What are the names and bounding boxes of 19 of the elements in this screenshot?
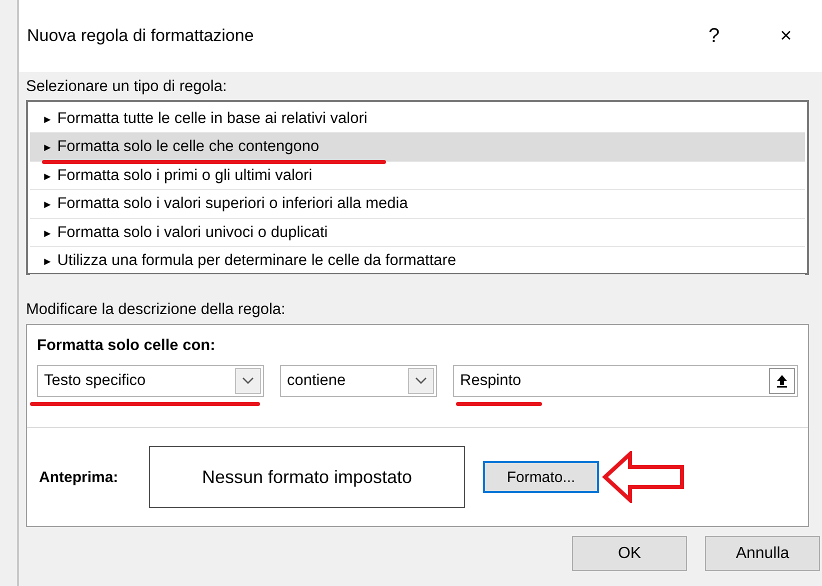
condition-heading: Formatta solo celle con: (37, 337, 216, 355)
window-title: Nuova regola di formattazione (27, 26, 254, 46)
section-label: Selezionare un tipo di regola: (26, 78, 228, 96)
rule-type-item[interactable]: ► Formatta solo le celle che contengono (30, 133, 805, 162)
rule-type-item[interactable]: ► Formatta solo i primi o gli ultimi valori (30, 162, 805, 190)
help-button[interactable]: ? (678, 16, 750, 56)
close-button[interactable]: × (750, 16, 822, 56)
chevron-down-icon (235, 368, 261, 394)
operator-dropdown[interactable]: contiene (280, 365, 437, 397)
dialog-button[interactable]: Annulla (705, 536, 820, 571)
dialog-button[interactable]: OK (572, 536, 687, 571)
rule-type-item[interactable]: ► Utilizza una formula per determinare le celle da formattare (30, 246, 805, 276)
rule-type-item[interactable]: ► Formatta solo i valori superiori o inferiori alla media (30, 190, 805, 219)
preview-box: Nessun formato impostato (149, 446, 465, 508)
section-label: Modificare la descrizione della regola: (26, 301, 286, 319)
preview-label: Anteprima: (39, 468, 120, 486)
rule-type-item[interactable]: ► Formatta solo i valori univoci o duplicati (30, 218, 805, 247)
format-button[interactable]: Formato... (483, 461, 599, 493)
chevron-down-icon (408, 368, 434, 394)
